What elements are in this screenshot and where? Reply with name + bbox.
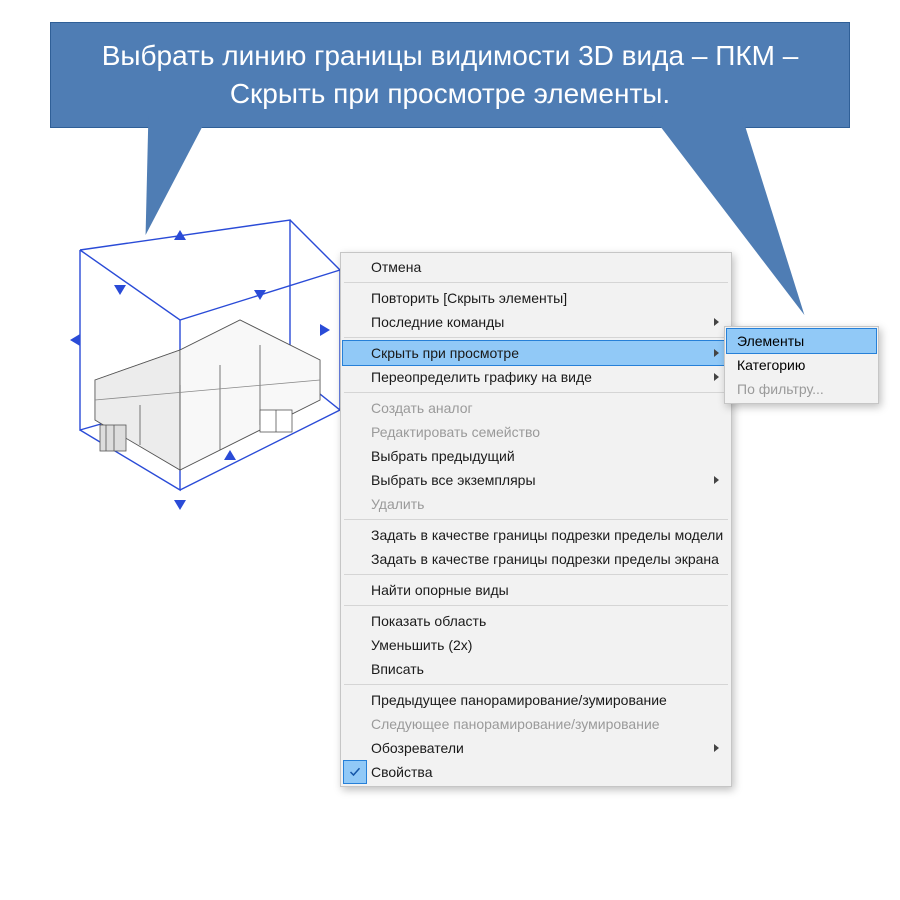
submenu-item[interactable]: Элементы bbox=[726, 328, 877, 354]
check-icon bbox=[343, 760, 367, 784]
menu-item[interactable]: Обозреватели bbox=[343, 736, 729, 760]
menu-item-label: Редактировать семейство bbox=[371, 424, 540, 440]
menu-separator bbox=[344, 282, 728, 283]
chevron-right-icon bbox=[714, 349, 719, 357]
menu-item-label: Удалить bbox=[371, 496, 424, 512]
menu-item: Следующее панорамирование/зумирование bbox=[343, 712, 729, 736]
submenu-item-label: По фильтру... bbox=[737, 381, 824, 397]
menu-item-label: Переопределить графику на виде bbox=[371, 369, 592, 385]
menu-item-label: Выбрать предыдущий bbox=[371, 448, 515, 464]
submenu-item-label: Категорию bbox=[737, 357, 805, 373]
submenu-item-label: Элементы bbox=[737, 333, 804, 349]
menu-item[interactable]: Показать область bbox=[343, 609, 729, 633]
instruction-callout: Выбрать линию границы видимости 3D вида … bbox=[50, 22, 850, 128]
menu-separator bbox=[344, 519, 728, 520]
menu-item-label: Скрыть при просмотре bbox=[371, 345, 519, 361]
menu-item-label: Задать в качестве границы подрезки преде… bbox=[371, 527, 723, 543]
menu-item[interactable]: Выбрать все экземпляры bbox=[343, 468, 729, 492]
chevron-right-icon bbox=[714, 744, 719, 752]
menu-item-label: Уменьшить (2x) bbox=[371, 637, 472, 653]
menu-item: Удалить bbox=[343, 492, 729, 516]
menu-item[interactable]: Выбрать предыдущий bbox=[343, 444, 729, 468]
menu-item-label: Выбрать все экземпляры bbox=[371, 472, 536, 488]
menu-item-label: Обозреватели bbox=[371, 740, 464, 756]
menu-item-label: Вписать bbox=[371, 661, 424, 677]
submenu-item[interactable]: Категорию bbox=[727, 353, 876, 377]
menu-separator bbox=[344, 684, 728, 685]
menu-item-label: Задать в качестве границы подрезки преде… bbox=[371, 551, 719, 567]
chevron-right-icon bbox=[714, 373, 719, 381]
menu-item-label: Повторить [Скрыть элементы] bbox=[371, 290, 567, 306]
menu-separator bbox=[344, 392, 728, 393]
chevron-right-icon bbox=[714, 318, 719, 326]
menu-item[interactable]: Задать в качестве границы подрезки преде… bbox=[343, 547, 729, 571]
context-submenu: Элементы Категорию По фильтру... bbox=[724, 326, 879, 404]
submenu-item: По фильтру... bbox=[727, 377, 876, 401]
menu-item-label: Предыдущее панорамирование/зумирование bbox=[371, 692, 667, 708]
context-menu: Отмена Повторить [Скрыть элементы] Последн… bbox=[340, 252, 732, 787]
menu-item[interactable]: Найти опорные виды bbox=[343, 578, 729, 602]
callout-text: Выбрать линию границы видимости 3D вида … bbox=[102, 40, 799, 109]
menu-item[interactable]: Свойства bbox=[343, 760, 729, 784]
menu-item[interactable]: Последние команды bbox=[343, 310, 729, 334]
menu-item-label: Последние команды bbox=[371, 314, 504, 330]
menu-item[interactable]: Вписать bbox=[343, 657, 729, 681]
menu-item[interactable]: Уменьшить (2x) bbox=[343, 633, 729, 657]
3d-view-canvas[interactable] bbox=[30, 210, 350, 570]
menu-separator bbox=[344, 337, 728, 338]
menu-item[interactable]: Скрыть при просмотре bbox=[342, 340, 730, 366]
menu-item[interactable]: Предыдущее панорамирование/зумирование bbox=[343, 688, 729, 712]
menu-item[interactable]: Задать в качестве границы подрезки преде… bbox=[343, 523, 729, 547]
menu-item: Создать аналог bbox=[343, 396, 729, 420]
menu-item-label: Свойства bbox=[371, 764, 432, 780]
section-box-icon bbox=[30, 210, 350, 570]
menu-item: Редактировать семейство bbox=[343, 420, 729, 444]
menu-separator bbox=[344, 605, 728, 606]
menu-item-label: Создать аналог bbox=[371, 400, 473, 416]
menu-item-label: Отмена bbox=[371, 259, 421, 275]
menu-item-label: Показать область bbox=[371, 613, 486, 629]
menu-item[interactable]: Повторить [Скрыть элементы] bbox=[343, 286, 729, 310]
menu-item-label: Следующее панорамирование/зумирование bbox=[371, 716, 660, 732]
menu-item[interactable]: Переопределить графику на виде bbox=[343, 365, 729, 389]
menu-item-label: Найти опорные виды bbox=[371, 582, 509, 598]
chevron-right-icon bbox=[714, 476, 719, 484]
menu-item[interactable]: Отмена bbox=[343, 255, 729, 279]
menu-separator bbox=[344, 574, 728, 575]
